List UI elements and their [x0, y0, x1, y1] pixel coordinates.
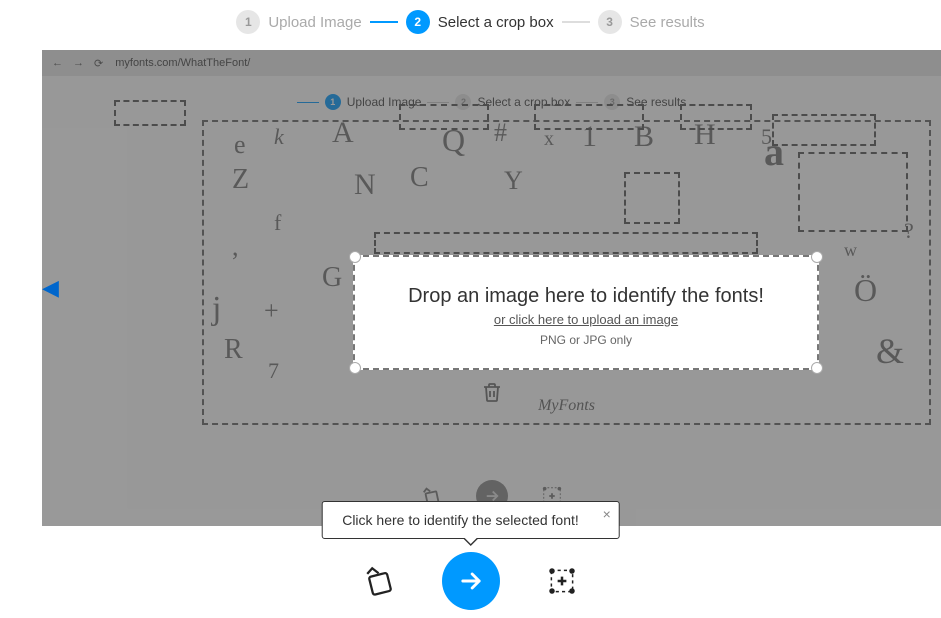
tooltip-arrow: [462, 538, 478, 546]
crop-content: Drop an image here to identify the fonts…: [355, 257, 817, 375]
wizard-stepper: 1 Upload Image 2 Select a crop box 3 See…: [0, 0, 941, 48]
step-line-1: [370, 21, 398, 23]
crop-handle-tl[interactable]: [349, 251, 361, 263]
crop-toolbar: [362, 552, 580, 610]
step-3-label: See results: [630, 14, 705, 31]
crop-title: Drop an image here to identify the fonts…: [375, 285, 797, 308]
step-2-label: Select a crop box: [438, 14, 554, 31]
delete-crop-button[interactable]: [480, 380, 504, 409]
step-2-circle: 2: [406, 10, 430, 34]
crop-box[interactable]: Drop an image here to identify the fonts…: [353, 255, 819, 370]
step-line-2: [562, 21, 590, 23]
step-1-label: Upload Image: [268, 14, 361, 31]
prev-image-arrow[interactable]: ◀: [42, 275, 59, 301]
identify-tooltip: Click here to identify the selected font…: [321, 501, 620, 539]
crop-handle-bl[interactable]: [349, 362, 361, 374]
step-3: 3 See results: [598, 10, 705, 34]
step-1: 1 Upload Image: [236, 10, 361, 34]
crop-note: PNG or JPG only: [375, 333, 797, 347]
step-1-circle: 1: [236, 10, 260, 34]
step-3-circle: 3: [598, 10, 622, 34]
crop-sub: or click here to upload an image: [375, 312, 797, 327]
identify-font-button[interactable]: [442, 552, 500, 610]
crop-handle-tr[interactable]: [811, 251, 823, 263]
tooltip-text: Click here to identify the selected font…: [342, 512, 579, 528]
add-crop-button[interactable]: [544, 563, 580, 599]
step-2: 2 Select a crop box: [406, 10, 554, 34]
tooltip-close-button[interactable]: ×: [603, 506, 611, 522]
rotate-button[interactable]: [362, 563, 398, 599]
crop-handle-br[interactable]: [811, 362, 823, 374]
uploaded-image-area[interactable]: ◀ ← → ⟳ myfonts.com/WhatTheFont/ 1 Uploa…: [42, 50, 941, 526]
